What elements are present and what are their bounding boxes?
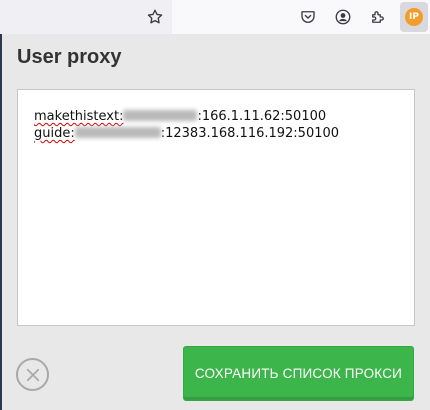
proxy-line-prefix: guide: — [34, 126, 75, 141]
proxy-line: guide: :12383.168.116.192:50100 — [34, 125, 398, 142]
proxy-line-suffix: :12383.168.116.192:50100 — [160, 126, 340, 141]
browser-toolbar: IP — [0, 0, 430, 34]
popup-left-edge — [0, 34, 2, 410]
account-icon[interactable] — [331, 5, 355, 29]
redacted-password — [123, 110, 198, 121]
pocket-icon[interactable] — [296, 5, 320, 29]
proxy-line-suffix: :166.1.11.62:50100 — [197, 109, 327, 124]
close-icon — [26, 368, 39, 381]
proxy-list-textarea[interactable]: makethistext: :166.1.11.62:50100 guide: :1… — [17, 89, 415, 326]
redacted-password — [74, 127, 161, 138]
proxy-extension-icon: IP — [405, 8, 423, 26]
save-proxy-list-button[interactable]: СОХРАНИТЬ СПИСОК ПРОКСИ — [183, 346, 414, 401]
proxy-extension-button[interactable]: IP — [400, 2, 428, 32]
star-icon[interactable] — [143, 5, 167, 29]
proxy-line-prefix: makethistext: — [34, 109, 124, 124]
popup-title: User proxy — [17, 46, 122, 68]
extensions-icon[interactable] — [366, 5, 390, 29]
proxy-line: makethistext: :166.1.11.62:50100 — [34, 108, 398, 125]
close-button[interactable] — [16, 358, 49, 391]
